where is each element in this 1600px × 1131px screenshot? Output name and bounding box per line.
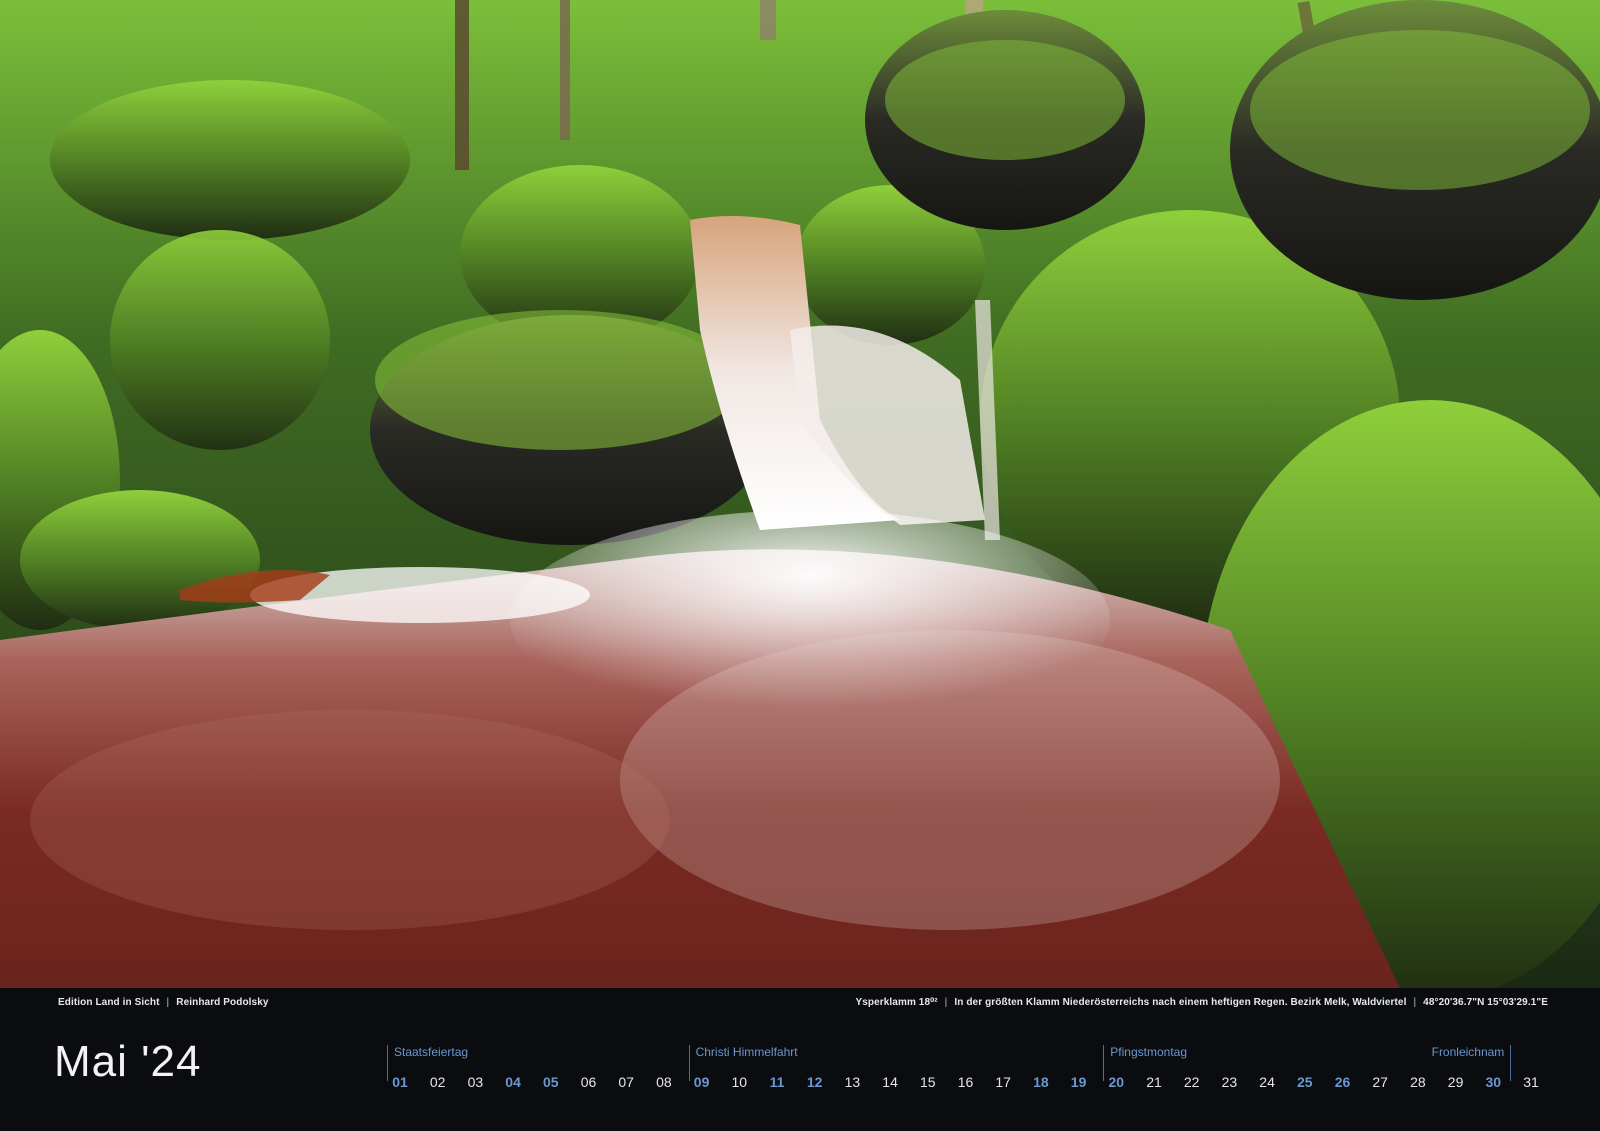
day-09: 09 (693, 1074, 710, 1090)
caption-separator: | (944, 997, 948, 1008)
day-15: 15 (920, 1074, 936, 1090)
day-26: 26 (1334, 1074, 1351, 1090)
day-04: 04 (505, 1074, 521, 1090)
day-14: 14 (882, 1074, 898, 1090)
calendar-footer (0, 988, 1600, 1131)
day-18: 18 (1033, 1074, 1049, 1090)
day-11: 11 (769, 1074, 785, 1090)
day-30: 30 (1485, 1074, 1502, 1090)
day-01: 01 (392, 1074, 408, 1090)
day-25: 25 (1297, 1074, 1313, 1090)
day-29: 29 (1447, 1074, 1464, 1090)
day-19: 19 (1070, 1074, 1087, 1090)
day-13: 13 (844, 1074, 861, 1090)
photo-credit: Edition Land in Sicht | Reinhard Podolsky (58, 997, 269, 1008)
day-27: 27 (1372, 1074, 1388, 1090)
photo-caption: Ysperklamm 18⁰² | In der größten Klamm Nie… (855, 997, 1548, 1008)
day-06: 06 (580, 1074, 597, 1090)
day-20: 20 (1108, 1074, 1125, 1090)
photographer-name: Reinhard Podolsky (176, 997, 269, 1008)
day-12: 12 (806, 1074, 823, 1090)
edition-name: Edition Land in Sicht (58, 997, 160, 1008)
credit-separator: | (166, 997, 170, 1008)
photo-coordinates: 48°20'36.7"N 15°03'29.1"E (1423, 997, 1548, 1008)
day-17: 17 (995, 1074, 1011, 1090)
photo-description: In der größten Klamm Niederösterreichs n… (954, 997, 1407, 1008)
day-row: 01 02 03 04 05 06 07 08 09 10 11 12 13 14 15 16 17 18 19 20… (0, 1072, 1600, 1092)
day-07: 07 (618, 1074, 634, 1090)
day-28: 28 (1410, 1074, 1426, 1090)
day-24: 24 (1259, 1074, 1275, 1090)
day-05: 05 (543, 1074, 559, 1090)
day-02: 02 (429, 1074, 446, 1090)
day-08: 08 (656, 1074, 672, 1090)
day-23: 23 (1221, 1074, 1238, 1090)
day-22: 22 (1183, 1074, 1200, 1090)
day-10: 10 (731, 1074, 748, 1090)
caption-separator: | (1413, 997, 1417, 1008)
day-16: 16 (957, 1074, 974, 1090)
day-31: 31 (1523, 1074, 1539, 1090)
day-21: 21 (1146, 1074, 1162, 1090)
photo-location: Ysperklamm 18⁰² (855, 997, 938, 1008)
calendar-photo-waterfall (0, 0, 1600, 988)
day-03: 03 (467, 1074, 484, 1090)
